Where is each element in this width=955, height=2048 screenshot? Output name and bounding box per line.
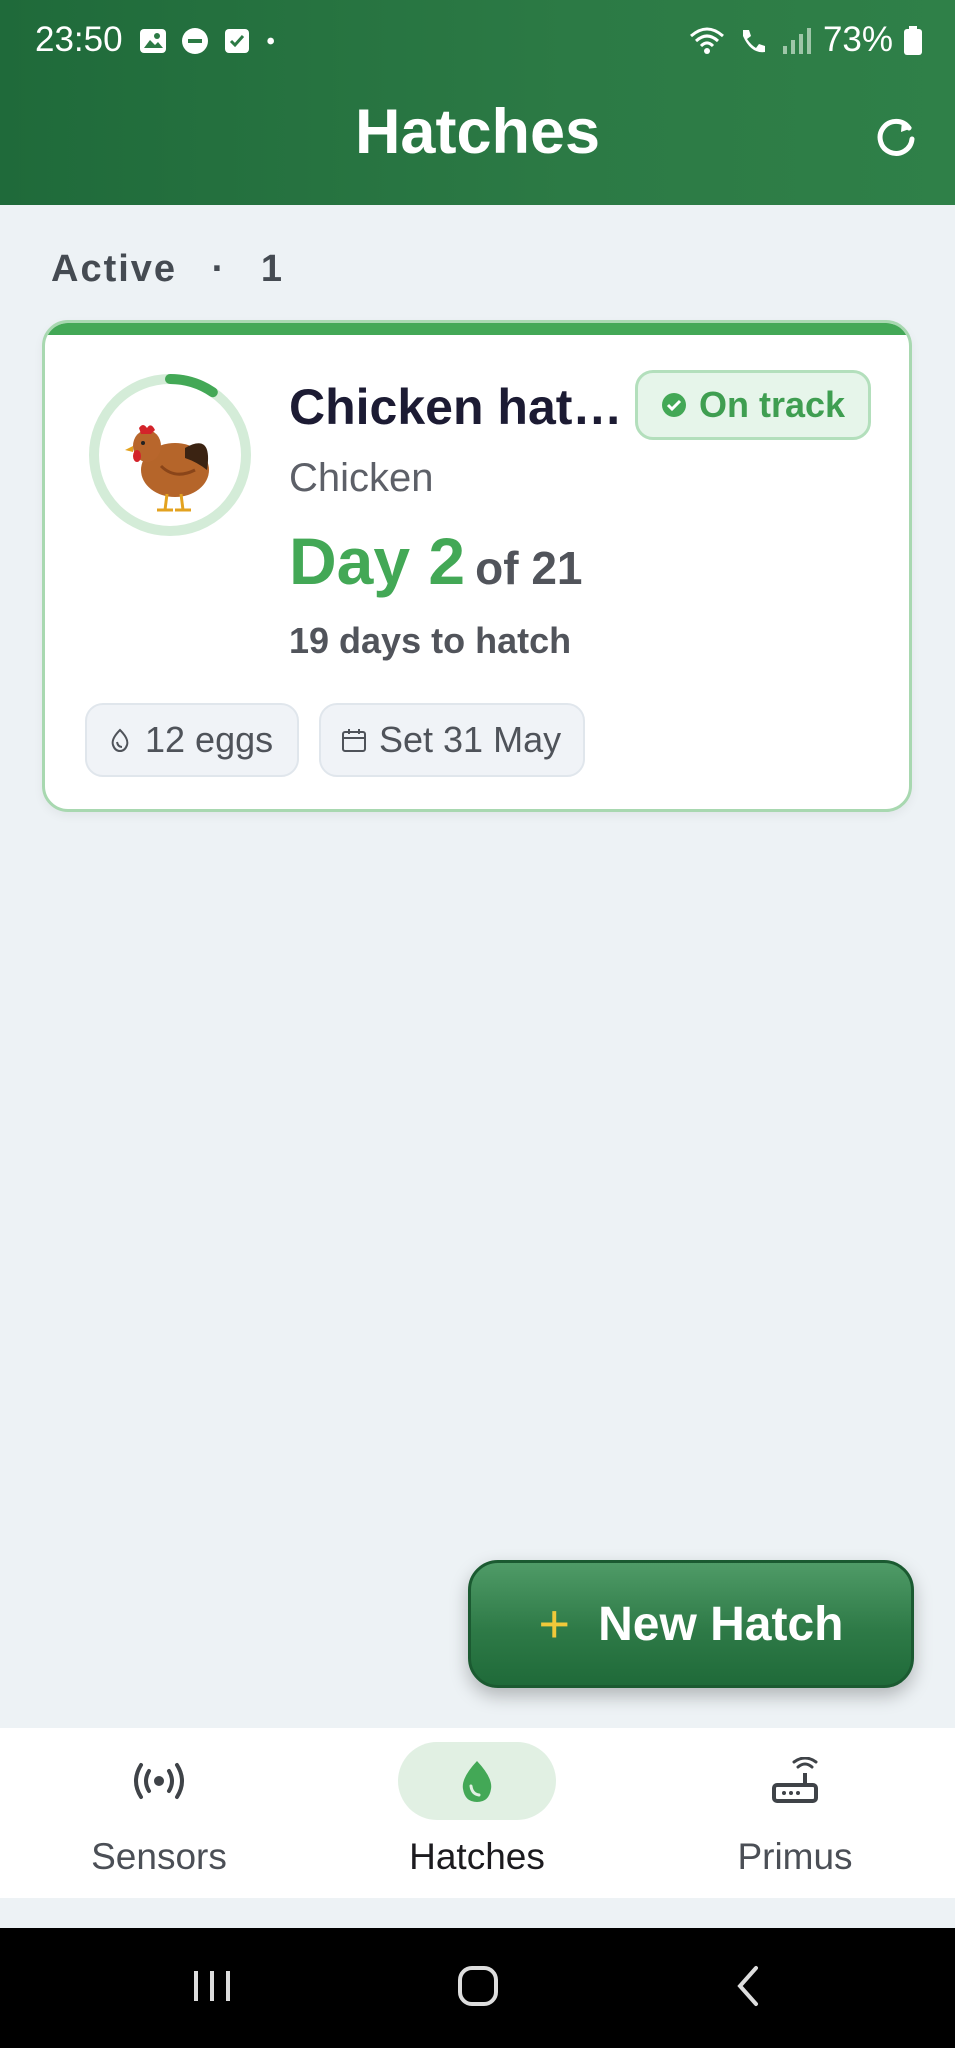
status-bar: 23:50 73% bbox=[0, 0, 955, 80]
nav-label-primus: Primus bbox=[737, 1836, 853, 1877]
dnd-icon bbox=[182, 28, 208, 54]
nav-icon-container bbox=[716, 1742, 874, 1820]
checkbox-icon bbox=[225, 29, 249, 53]
sensor-icon bbox=[134, 1763, 184, 1799]
hatch-species: Chicken bbox=[289, 456, 434, 500]
page-title: Hatches bbox=[354, 97, 601, 167]
new-hatch-button[interactable]: + New Hatch bbox=[468, 1560, 914, 1688]
status-time: 23:50 bbox=[35, 20, 123, 59]
nav-icon-container-active bbox=[398, 1742, 556, 1820]
days-to-hatch: 19 days to hatch bbox=[289, 620, 572, 661]
nav-item-hatches[interactable]: Hatches bbox=[318, 1728, 636, 1898]
egg-icon bbox=[462, 1761, 492, 1802]
status-notification-icons bbox=[138, 26, 284, 56]
nav-label-sensors: Sensors bbox=[91, 1836, 227, 1877]
day-current: Day 2 bbox=[289, 524, 466, 598]
status-badge: On track bbox=[635, 370, 871, 440]
bottom-navigation: Sensors Hatches Primus bbox=[0, 1728, 955, 1898]
battery-icon bbox=[904, 26, 922, 55]
section-count: 1 bbox=[260, 248, 284, 290]
new-hatch-label: New Hatch bbox=[598, 1597, 844, 1651]
nav-item-sensors[interactable]: Sensors bbox=[0, 1728, 318, 1898]
card-accent-bar bbox=[45, 323, 909, 335]
refresh-icon[interactable] bbox=[873, 112, 919, 158]
wifi-icon bbox=[689, 27, 724, 54]
egg-icon bbox=[111, 728, 129, 753]
active-section-label: Active · 1 bbox=[51, 248, 284, 291]
home-button[interactable] bbox=[448, 1956, 508, 2016]
nav-icon-container bbox=[80, 1742, 238, 1820]
day-progress: Day 2 of 21 bbox=[289, 523, 583, 599]
recents-button[interactable] bbox=[182, 1956, 242, 2016]
wifi-call-icon bbox=[742, 30, 765, 53]
image-icon bbox=[140, 29, 166, 53]
nav-item-primus[interactable]: Primus bbox=[636, 1728, 954, 1898]
eggs-chip: 12 eggs bbox=[85, 703, 299, 777]
hatch-card[interactable]: Chicken hat… On track Chicken Day 2 of 21… bbox=[42, 320, 912, 812]
signal-icon bbox=[782, 28, 811, 54]
section-separator: · bbox=[211, 248, 227, 290]
eggs-count: 12 eggs bbox=[145, 719, 274, 760]
hatch-name: Chicken hat… bbox=[289, 379, 623, 435]
status-system-icons: 73% bbox=[687, 20, 923, 60]
dot-icon bbox=[267, 37, 274, 45]
section-title: Active bbox=[51, 248, 178, 290]
set-date-chip: Set 31 May bbox=[319, 703, 585, 777]
status-badge-label: On track bbox=[698, 384, 846, 425]
back-button[interactable] bbox=[718, 1956, 778, 2016]
nav-divider bbox=[0, 1898, 955, 1928]
nav-label-hatches: Hatches bbox=[409, 1836, 545, 1877]
plus-icon: + bbox=[538, 1594, 571, 1654]
check-circle-icon bbox=[661, 393, 686, 417]
app-header: 23:50 73% Hatches bbox=[0, 0, 955, 205]
set-date: Set 31 May bbox=[379, 719, 562, 760]
system-navigation-bar bbox=[0, 1928, 955, 2048]
calendar-icon bbox=[342, 729, 366, 752]
router-icon bbox=[772, 1757, 818, 1803]
battery-percent: 73% bbox=[822, 20, 893, 59]
day-total: of 21 bbox=[475, 542, 583, 594]
hatch-progress-ring bbox=[89, 374, 251, 536]
